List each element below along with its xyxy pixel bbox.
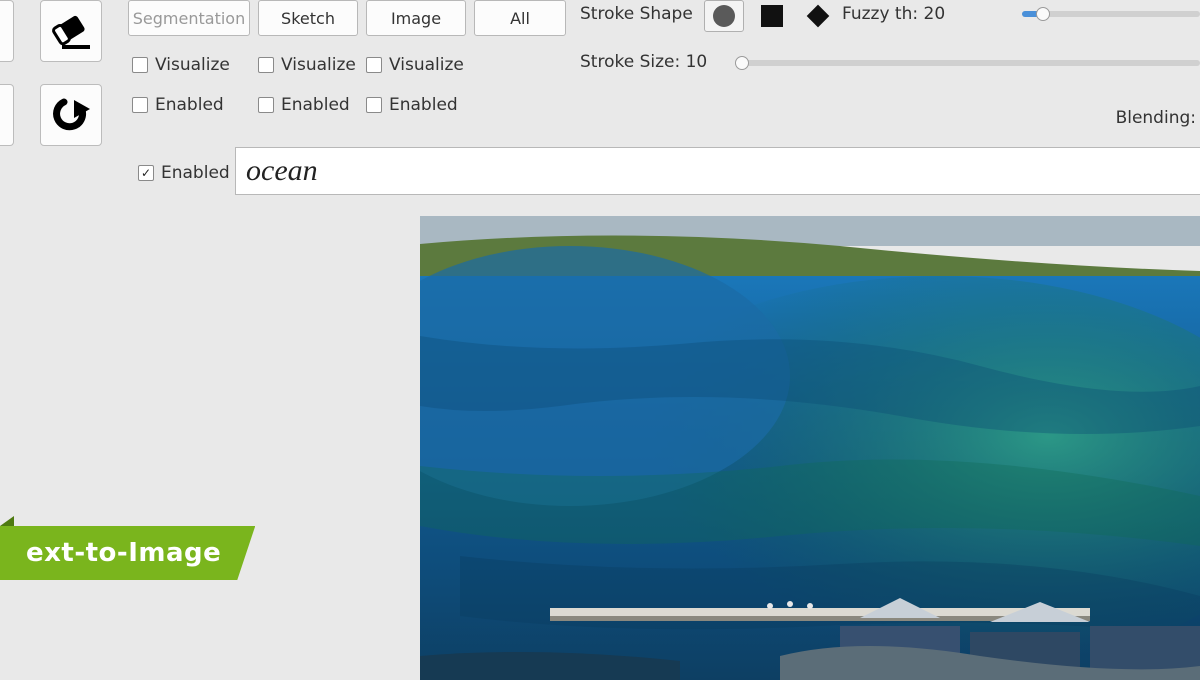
- stroke-size-slider-track[interactable]: [744, 60, 1200, 66]
- fuzzy-label: Fuzzy th: 20: [842, 4, 945, 24]
- stroke-size-slider-thumb[interactable]: [735, 56, 749, 70]
- text-enabled-label: Enabled: [161, 163, 230, 183]
- blending-label: Blending:: [1116, 108, 1196, 128]
- stroke-shape-diamond[interactable]: [798, 0, 838, 32]
- checkbox-icon: [366, 97, 382, 113]
- stroke-shape-label: Stroke Shape: [580, 4, 693, 24]
- col2-visualize[interactable]: Visualize: [366, 55, 464, 75]
- col1-visualize-label: Visualize: [281, 55, 356, 75]
- mode-banner-text: ext-to-Image: [26, 538, 221, 568]
- col0-visualize[interactable]: Visualize: [132, 55, 230, 75]
- circle-icon: [712, 4, 736, 28]
- checkbox-icon: [258, 97, 274, 113]
- square-icon: [761, 5, 783, 27]
- all-button[interactable]: All: [474, 0, 566, 36]
- col1-enabled[interactable]: Enabled: [258, 95, 350, 115]
- mode-banner: ext-to-Image: [0, 526, 255, 580]
- segmentation-button[interactable]: Segmentation: [128, 0, 250, 36]
- eraser-icon: [46, 10, 96, 52]
- checkbox-icon: [258, 57, 274, 73]
- tool-tile-undo[interactable]: [0, 84, 14, 146]
- tool-tile-eraser[interactable]: [40, 0, 102, 62]
- text-input[interactable]: [235, 147, 1200, 195]
- col1-visualize[interactable]: Visualize: [258, 55, 356, 75]
- stroke-shape-circle[interactable]: [704, 0, 744, 32]
- col0-visualize-label: Visualize: [155, 55, 230, 75]
- col0-enabled-label: Enabled: [155, 95, 224, 115]
- col0-enabled[interactable]: Enabled: [132, 95, 224, 115]
- col2-visualize-label: Visualize: [389, 55, 464, 75]
- text-enabled[interactable]: ✓ Enabled: [138, 163, 230, 183]
- diamond-icon: [805, 3, 831, 29]
- stroke-shape-square[interactable]: [752, 0, 792, 32]
- redo-icon: [52, 96, 90, 134]
- col2-enabled[interactable]: Enabled: [366, 95, 458, 115]
- tool-tile-redo[interactable]: [40, 84, 102, 146]
- image-button[interactable]: Image: [366, 0, 466, 36]
- fuzzy-slider-thumb[interactable]: [1036, 7, 1050, 21]
- canvas-image[interactable]: [420, 216, 1200, 680]
- stroke-size-label: Stroke Size: 10: [580, 52, 707, 72]
- checkbox-icon: [132, 97, 148, 113]
- checkbox-icon: [366, 57, 382, 73]
- ocean-scene: [420, 216, 1200, 680]
- sketch-button[interactable]: Sketch: [258, 0, 358, 36]
- banner-fold: [0, 516, 14, 526]
- checkbox-icon: [132, 57, 148, 73]
- col2-enabled-label: Enabled: [389, 95, 458, 115]
- col1-enabled-label: Enabled: [281, 95, 350, 115]
- tool-tile-person[interactable]: [0, 0, 14, 62]
- checkbox-icon: ✓: [138, 165, 154, 181]
